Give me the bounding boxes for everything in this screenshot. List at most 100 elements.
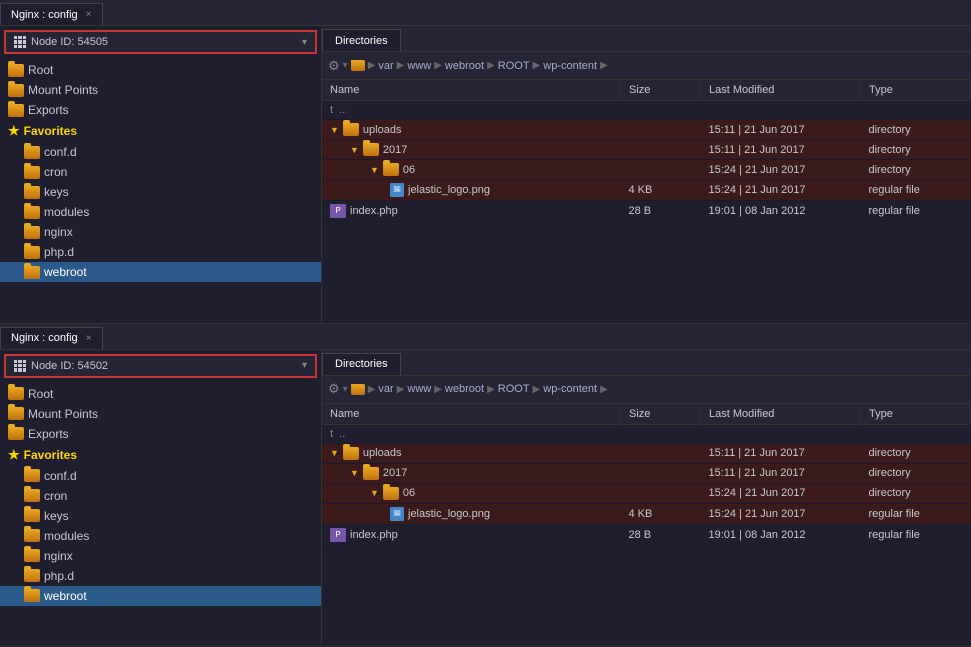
table-row[interactable]: ▼ 2017 15:11 | 21 Jun 2017 directory [322, 463, 971, 483]
breadcrumb-webroot-top[interactable]: webroot [445, 60, 484, 72]
sidebar-section-favorites-bottom: ★ Favorites [0, 444, 321, 466]
file-browser-bottom: Directories ⚙ ▾ ▶ var ▶ www ▶ webroot ▶ … [322, 350, 971, 647]
tab-nginx-config-bottom[interactable]: Nginx : config × [0, 327, 103, 349]
panel-content-bottom: Node ID: 54502 ▾ Root Mount Points [0, 350, 971, 647]
breadcrumb-www-top[interactable]: www [407, 60, 431, 72]
folder-icon [8, 64, 24, 77]
cell-name: t .. [322, 424, 621, 443]
sidebar-item-cron-top[interactable]: cron [0, 162, 321, 182]
expand-icon[interactable]: ▼ [330, 125, 339, 135]
sidebar-item-exports-top[interactable]: Exports [0, 100, 321, 120]
cell-modified: 15:24 | 21 Jun 2017 [701, 180, 861, 201]
tab-label-top: Nginx : config [11, 9, 78, 21]
table-row[interactable]: t .. [322, 101, 971, 120]
folder-icon [24, 146, 40, 159]
grid-icon-bottom [14, 360, 26, 372]
breadcrumb-var-top[interactable]: var [378, 60, 393, 72]
sidebar-item-phpdot-bottom[interactable]: php.d [0, 566, 321, 586]
sidebar-item-exports-bottom[interactable]: Exports [0, 424, 321, 444]
sidebar-item-keys-bottom[interactable]: keys [0, 506, 321, 526]
sidebar-item-label: conf.d [44, 145, 77, 159]
breadcrumb-root-bottom[interactable]: ROOT [498, 383, 530, 395]
file-name: index.php [350, 205, 398, 217]
col-name-top: Name [322, 80, 621, 101]
table-row[interactable]: P index.php 28 B 19:01 | 08 Jan 2012 reg… [322, 201, 971, 222]
node-selector-bottom[interactable]: Node ID: 54502 ▾ [4, 354, 317, 378]
sidebar-item-webroot-bottom[interactable]: webroot [0, 586, 321, 606]
cell-modified: 15:24 | 21 Jun 2017 [701, 160, 861, 180]
dir-tab-top[interactable]: Directories [322, 29, 401, 51]
cell-size: 4 KB [621, 503, 701, 524]
cell-type: directory [861, 443, 971, 463]
breadcrumb-root-top[interactable]: ROOT [498, 60, 530, 72]
file-name: 2017 [383, 467, 407, 479]
dir-tab-label-bottom: Directories [335, 358, 388, 370]
breadcrumb-folder-icon [351, 384, 365, 395]
sidebar-item-label: php.d [44, 245, 74, 259]
folder-icon [8, 387, 24, 400]
sidebar-item-webroot-top[interactable]: webroot [0, 262, 321, 282]
sidebar-item-mountpoints-bottom[interactable]: Mount Points [0, 404, 321, 424]
expand-icon[interactable]: ▼ [370, 488, 379, 498]
cell-size [621, 443, 701, 463]
sidebar-item-phpdot-top[interactable]: php.d [0, 242, 321, 262]
cell-name: ▼ 2017 [322, 463, 621, 483]
table-row[interactable]: ▼ 06 15:24 | 21 Jun 2017 directory [322, 483, 971, 503]
table-row[interactable]: ▼ 06 15:24 | 21 Jun 2017 directory [322, 160, 971, 180]
sidebar-item-root-bottom[interactable]: Root [0, 384, 321, 404]
sidebar-item-confd-top[interactable]: conf.d [0, 142, 321, 162]
table-row[interactable]: ▼ uploads 15:11 | 21 Jun 2017 directory [322, 120, 971, 140]
file-table-bottom: Name Size Last Modified Type t .. [322, 404, 971, 647]
table-row[interactable]: ▼ 2017 15:11 | 21 Jun 2017 directory [322, 140, 971, 160]
col-modified-bottom: Last Modified [701, 404, 861, 425]
sidebar-item-label: modules [44, 205, 89, 219]
node-dropdown-arrow-top: ▾ [302, 37, 307, 48]
sidebar-item-keys-top[interactable]: keys [0, 182, 321, 202]
cell-type [861, 424, 971, 443]
file-name: 06 [403, 487, 415, 499]
sidebar-bottom: Node ID: 54502 ▾ Root Mount Points [0, 350, 322, 647]
breadcrumb-wpcontent-bottom[interactable]: wp-content [543, 383, 597, 395]
sidebar-item-cron-bottom[interactable]: cron [0, 486, 321, 506]
table-row[interactable]: P index.php 28 B 19:01 | 08 Jan 2012 reg… [322, 524, 971, 545]
tab-close-bottom[interactable]: × [86, 333, 92, 344]
dir-tab-bottom[interactable]: Directories [322, 353, 401, 375]
table-row[interactable]: 🖼 jelastic_logo.png 4 KB 15:24 | 21 Jun … [322, 503, 971, 524]
gear-icon-bottom[interactable]: ⚙ [328, 381, 340, 397]
tab-nginx-config-top[interactable]: Nginx : config × [0, 3, 103, 25]
table-header-bottom: Name Size Last Modified Type [322, 404, 971, 425]
breadcrumb-bar-top: ⚙ ▾ ▶ var ▶ www ▶ webroot ▶ ROOT ▶ wp-co… [322, 52, 971, 80]
breadcrumb-www-bottom[interactable]: www [407, 383, 431, 395]
sidebar-item-nginx-bottom[interactable]: nginx [0, 546, 321, 566]
sidebar-item-modules-bottom[interactable]: modules [0, 526, 321, 546]
folder-icon [8, 104, 24, 117]
expand-icon[interactable]: ▼ [330, 448, 339, 458]
sidebar-item-modules-top[interactable]: modules [0, 202, 321, 222]
cell-type: directory [861, 140, 971, 160]
expand-icon[interactable]: ▼ [370, 165, 379, 175]
dir-tab-bar-bottom: Directories [322, 350, 971, 376]
folder-icon [24, 529, 40, 542]
sidebar-tree-top: Root Mount Points Exports ★ [0, 58, 321, 323]
tab-close-top[interactable]: × [86, 9, 92, 20]
table-row[interactable]: 🖼 jelastic_logo.png 4 KB 15:24 | 21 Jun … [322, 180, 971, 201]
folder-icon [24, 166, 40, 179]
expand-icon[interactable]: ▼ [350, 468, 359, 478]
breadcrumb-var-bottom[interactable]: var [378, 383, 393, 395]
breadcrumb-wpcontent-top[interactable]: wp-content [543, 60, 597, 72]
folder-icon [343, 447, 359, 460]
col-type-bottom: Type [861, 404, 971, 425]
expand-icon[interactable]: ▼ [350, 145, 359, 155]
sidebar-item-confd-bottom[interactable]: conf.d [0, 466, 321, 486]
sidebar-item-nginx-top[interactable]: nginx [0, 222, 321, 242]
gear-icon-top[interactable]: ⚙ [328, 58, 340, 74]
sidebar-item-mountpoints-top[interactable]: Mount Points [0, 80, 321, 100]
sidebar-item-root-top[interactable]: Root [0, 60, 321, 80]
table-row[interactable]: ▼ uploads 15:11 | 21 Jun 2017 directory [322, 443, 971, 463]
file-name: jelastic_logo.png [408, 508, 490, 520]
table-row[interactable]: t .. [322, 424, 971, 443]
sidebar-top: Node ID: 54505 ▾ Root Mount Points [0, 26, 322, 323]
cell-name: t .. [322, 101, 621, 120]
node-selector-top[interactable]: Node ID: 54505 ▾ [4, 30, 317, 54]
breadcrumb-webroot-bottom[interactable]: webroot [445, 383, 484, 395]
